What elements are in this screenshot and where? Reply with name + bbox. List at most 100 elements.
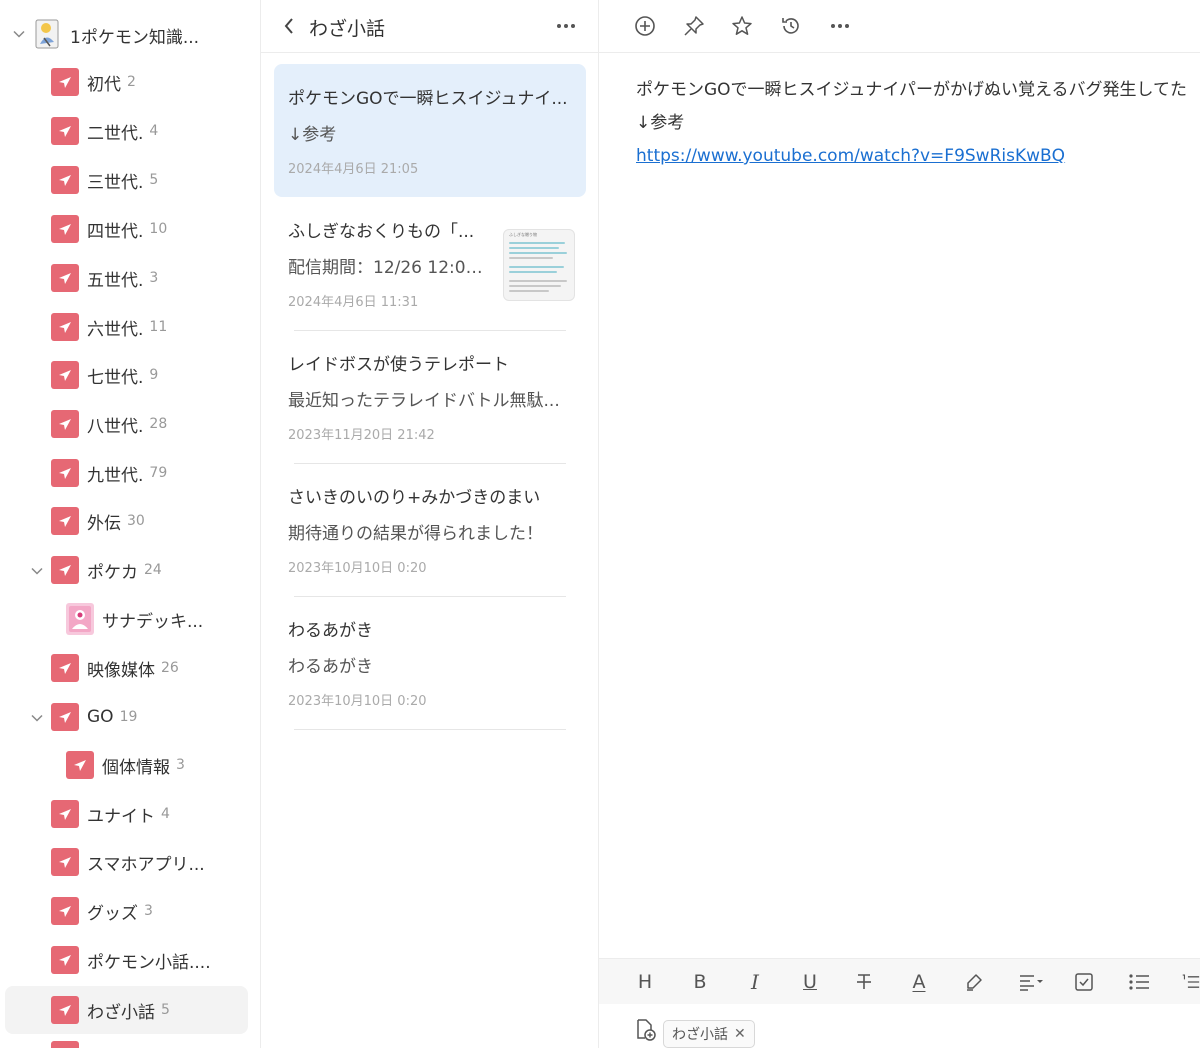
sidebar-item-goods[interactable]: グッズ 3 xyxy=(51,889,153,933)
editor-paragraph: ポケモンGOで一瞬ヒスイジュナイパーがかげぬい覚えるバグ発生してた xyxy=(636,80,1188,100)
note-card[interactable]: わるあがき わるあがき 2023年10月10日 0:20 xyxy=(274,596,586,730)
paper-plane-icon xyxy=(51,459,79,487)
sidebar-item-gen8[interactable]: 八世代. 28 xyxy=(51,402,167,446)
sidebar-item-smartphone-apps[interactable]: スマホアプリ... xyxy=(51,840,205,884)
paper-plane-icon xyxy=(51,556,79,584)
note-date: 2024年4月6日 11:31 xyxy=(288,295,419,310)
highlighter-icon[interactable] xyxy=(961,969,987,995)
note-date: 2023年11月20日 21:42 xyxy=(288,428,435,443)
note-preview: 最近知ったテラレイドバトル無駄... xyxy=(288,391,560,411)
youtube-link[interactable]: https://www.youtube.com/watch?v=F9SwRisK… xyxy=(636,146,1065,166)
sidebar-item-waza-kobanashi[interactable]: わざ小話 5 xyxy=(5,986,248,1034)
sidebar-item-sana-deck[interactable]: サナデッキ... xyxy=(66,597,203,641)
sidebar-item-gen7[interactable]: 七世代. 9 xyxy=(51,353,158,397)
tag-label: わざ小話 xyxy=(672,1027,728,1043)
editor-paragraph: ↓参考 xyxy=(636,113,685,133)
note-title: わるあがき xyxy=(288,621,373,641)
paper-plane-icon xyxy=(51,800,79,828)
sidebar-item-pokemon-kobanashi[interactable]: ポケモン小話.... xyxy=(51,938,211,982)
note-date: 2023年10月10日 0:20 xyxy=(288,561,427,576)
note-title: ポケモンGOで一瞬ヒスイジュナイ... xyxy=(288,89,568,109)
notebook-cover-icon xyxy=(34,18,62,50)
sidebar-item-go[interactable]: GO 19 xyxy=(51,695,137,739)
add-tag-icon[interactable] xyxy=(633,1018,657,1042)
paper-plane-icon xyxy=(51,361,79,389)
paper-plane-icon xyxy=(51,703,79,731)
note-card[interactable]: ポケモンGOで一瞬ヒスイジュナイ... ↓参考 2024年4月6日 21:05 xyxy=(274,64,586,197)
paper-plane-icon xyxy=(66,751,94,779)
star-icon[interactable] xyxy=(730,14,754,38)
divider xyxy=(294,729,566,730)
paper-plane-icon xyxy=(51,68,79,96)
sidebar-item-gen2[interactable]: 二世代. 4 xyxy=(51,109,158,153)
note-editor: ポケモンGOで一瞬ヒスイジュナイパーがかげぬい覚えるバグ発生してた ↓参考 ht… xyxy=(599,0,1200,1048)
paper-plane-icon xyxy=(51,264,79,292)
sidebar-item-gen4[interactable]: 四世代. 10 xyxy=(51,207,167,251)
editor-toolbar xyxy=(599,0,1200,53)
more-options-icon[interactable] xyxy=(828,14,852,38)
sidebar-item-shodai[interactable]: 初代 2 xyxy=(51,60,136,104)
note-list-header: わざ小話 xyxy=(261,0,598,53)
note-thumbnail: ふしぎな贈り物 xyxy=(503,229,575,301)
bullet-list-icon[interactable] xyxy=(1126,969,1152,995)
sidebar-item-gaiden[interactable]: 外伝 30 xyxy=(51,499,145,543)
paper-plane-icon xyxy=(51,654,79,682)
editor-content[interactable]: ポケモンGOで一瞬ヒスイジュナイパーがかげぬい覚えるバグ発生してた ↓参考 ht… xyxy=(636,78,1200,177)
paper-plane-icon xyxy=(51,215,79,243)
notebook-root[interactable]: 1ポケモン知識... xyxy=(10,12,250,56)
paper-plane-icon xyxy=(51,117,79,145)
sidebar-item-gen5[interactable]: 五世代. 3 xyxy=(51,256,158,300)
notebook-sidebar: 1ポケモン知識... 初代 2 二世代. 4 三世代. 5 四世代. 10 五世代. 3 … xyxy=(0,0,261,1048)
paper-plane-icon xyxy=(51,410,79,438)
paper-plane-icon xyxy=(51,946,79,974)
numbered-list-icon[interactable] xyxy=(1181,969,1200,995)
note-title: さいきのいのり+みかづきのまい xyxy=(288,488,541,508)
add-circle-icon[interactable] xyxy=(633,14,657,38)
paper-plane-icon xyxy=(51,507,79,535)
paper-plane-icon xyxy=(51,848,79,876)
note-preview: わるあがき xyxy=(288,657,373,677)
sidebar-item-partial xyxy=(51,1041,79,1048)
sidebar-item-gen9[interactable]: 九世代. 79 xyxy=(51,451,167,495)
bold-button[interactable]: B xyxy=(687,969,713,995)
note-preview: 配信期間：12/26 12:00... xyxy=(288,258,488,278)
checkbox-icon[interactable] xyxy=(1071,969,1097,995)
tag-chip[interactable]: わざ小話 ✕ xyxy=(663,1020,755,1048)
pin-icon[interactable] xyxy=(682,14,706,38)
sidebar-item-gen6[interactable]: 六世代. 11 xyxy=(51,305,167,349)
sidebar-item-eizou[interactable]: 映像媒体 26 xyxy=(51,646,179,690)
heading-button[interactable]: H xyxy=(632,969,658,995)
sidebar-item-kotai[interactable]: 個体情報 3 xyxy=(66,743,185,787)
paper-plane-icon xyxy=(51,996,79,1024)
note-card[interactable]: さいきのいのり+みかづきのまい 期待通りの結果が得られました！ 2023年10月… xyxy=(274,463,586,597)
underline-button[interactable]: U xyxy=(797,969,823,995)
italic-button[interactable]: I xyxy=(742,969,768,995)
sidebar-item-unite[interactable]: ユナイト 4 xyxy=(51,792,170,836)
align-dropdown-icon[interactable] xyxy=(1016,969,1046,995)
paper-plane-icon xyxy=(51,313,79,341)
more-options-icon[interactable] xyxy=(555,16,577,36)
note-list-title: わざ小話 xyxy=(309,18,386,40)
note-card[interactable]: レイドボスが使うテレポート 最近知ったテラレイドバトル無駄... 2023年11… xyxy=(274,330,586,464)
note-title: ふしぎなおくりもの「... xyxy=(288,222,475,242)
tag-bar: わざ小話 ✕ xyxy=(599,1004,1200,1048)
sidebar-item-gen3[interactable]: 三世代. 5 xyxy=(51,158,158,202)
note-title: レイドボスが使うテレポート xyxy=(288,355,509,375)
chevron-down-icon[interactable] xyxy=(30,563,44,582)
chevron-down-icon[interactable] xyxy=(12,27,26,41)
notebook-cover-icon xyxy=(66,603,94,635)
note-date: 2023年10月10日 0:20 xyxy=(288,694,427,709)
remove-tag-icon[interactable]: ✕ xyxy=(734,1026,746,1042)
chevron-left-icon[interactable] xyxy=(283,14,303,38)
notebook-root-label: 1ポケモン知識... xyxy=(70,28,200,48)
font-color-button[interactable]: A xyxy=(906,969,932,995)
strikethrough-icon[interactable] xyxy=(851,969,877,995)
chevron-down-icon[interactable] xyxy=(30,710,44,729)
paper-plane-icon xyxy=(51,166,79,194)
format-toolbar: H B I U A xyxy=(599,958,1200,1005)
history-icon[interactable] xyxy=(779,14,803,38)
note-card[interactable]: ふしぎなおくりもの「... 配信期間：12/26 12:00... 2024年4… xyxy=(274,197,586,331)
note-date: 2024年4月6日 21:05 xyxy=(288,162,419,177)
sidebar-item-pokeka[interactable]: ポケカ 24 xyxy=(51,548,162,592)
note-list-panel: わざ小話 ポケモンGOで一瞬ヒスイジュナイ... ↓参考 2024年4月6日 2… xyxy=(261,0,599,1048)
